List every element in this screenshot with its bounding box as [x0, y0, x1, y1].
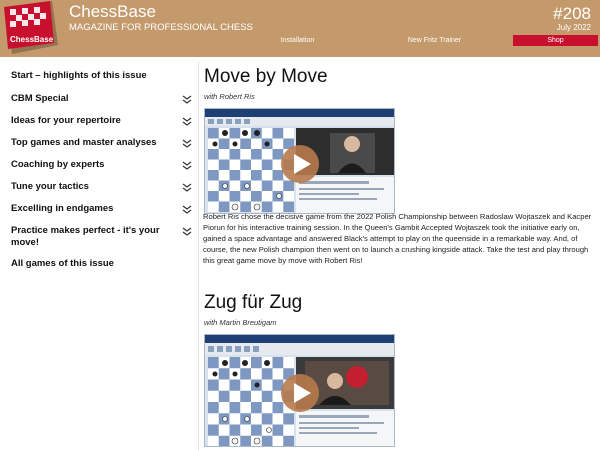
video-thumbnail[interactable]	[204, 108, 395, 214]
article-author: with Robert Ris	[204, 92, 255, 101]
sidebar-item-endgames[interactable]: Excelling in endgames	[11, 203, 194, 215]
article-title: Move by Move	[204, 66, 328, 87]
issue-date: July 2022	[556, 23, 591, 32]
sidebar-item-label: All games of this issue	[11, 258, 114, 269]
brand-tagline: MAGAZINE FOR PROFESSIONAL CHESS	[69, 22, 253, 33]
sidebar-item-label: Ideas for your repertoire	[11, 115, 121, 126]
nav-shop[interactable]: Shop	[513, 35, 598, 46]
sidebar-item-coaching[interactable]: Coaching by experts	[11, 159, 194, 171]
chessbase-logo[interactable]: ChessBase	[2, 1, 58, 54]
sidebar-item-label: Excelling in endgames	[11, 203, 114, 214]
nav-installation[interactable]: Installation	[239, 35, 356, 46]
article-author: with Martin Breutigam	[204, 318, 277, 327]
header-bar: ChessBase ChessBase MAGAZINE FOR PROFESS…	[0, 0, 600, 57]
chevron-down-icon[interactable]	[182, 205, 192, 215]
main-content: Move by Move with Robert Ris Robert Ris …	[198, 62, 598, 450]
chevron-down-icon[interactable]	[182, 161, 192, 171]
sidebar-item-label: Practice makes perfect - it's your move!	[11, 225, 160, 248]
article-title: Zug für Zug	[204, 292, 303, 313]
sidebar-item-top-games[interactable]: Top games and master analyses	[11, 137, 194, 149]
sidebar-item-label: Start – highlights of this issue	[11, 70, 147, 81]
sidebar-item-all-games[interactable]: All games of this issue	[11, 258, 194, 270]
sidebar: Start – highlights of this issue CBM Spe…	[0, 62, 198, 450]
nav-new-fritz-trainer[interactable]: New Fritz Trainer	[356, 35, 513, 46]
issue-number: #208	[553, 4, 591, 23]
logo-text: ChessBase	[10, 35, 54, 44]
chevron-down-icon[interactable]	[182, 139, 192, 149]
sidebar-item-label: Tune your tactics	[11, 181, 89, 192]
top-nav: Installation New Fritz Trainer Shop	[239, 35, 600, 46]
video-thumbnail[interactable]	[204, 334, 395, 447]
article-text: Robert Ris chose the decisive game from …	[203, 212, 592, 265]
sidebar-item-start[interactable]: Start – highlights of this issue	[11, 70, 194, 82]
chevron-down-icon[interactable]	[182, 117, 192, 127]
chevron-down-icon[interactable]	[182, 183, 192, 193]
sidebar-item-label: Coaching by experts	[11, 159, 105, 170]
sidebar-item-label: Top games and master analyses	[11, 137, 157, 148]
sidebar-item-cbm-special[interactable]: CBM Special	[11, 93, 194, 105]
brand-title: ChessBase	[69, 2, 156, 21]
sidebar-item-repertoire[interactable]: Ideas for your repertoire	[11, 115, 194, 127]
sidebar-item-tactics[interactable]: Tune your tactics	[11, 181, 194, 193]
sidebar-item-practice[interactable]: Practice makes perfect - it's your move!	[11, 225, 194, 249]
chevron-down-icon[interactable]	[182, 227, 192, 237]
chevron-down-icon[interactable]	[182, 95, 192, 105]
sidebar-item-label: CBM Special	[11, 93, 69, 104]
